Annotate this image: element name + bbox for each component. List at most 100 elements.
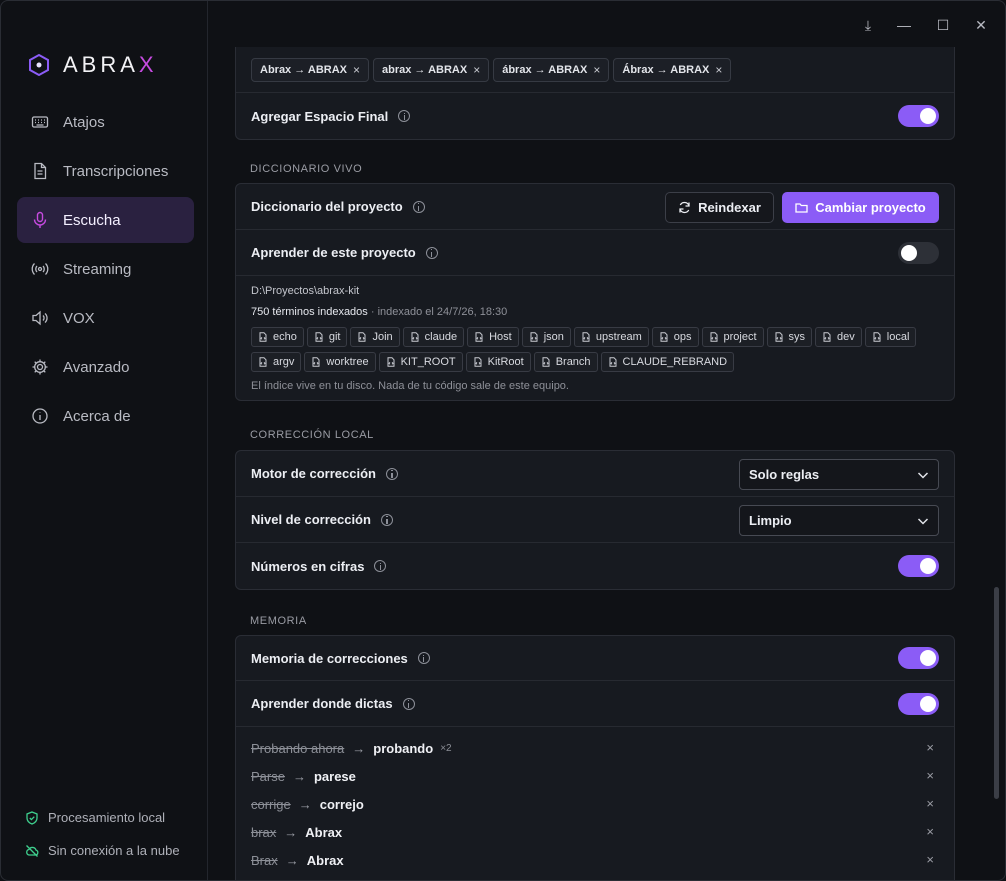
sidebar-item-transcripciones[interactable]: Transcripciones <box>17 148 194 194</box>
info-icon[interactable] <box>417 652 430 664</box>
correction-level-label: Nivel de corrección <box>251 512 371 527</box>
term-tag: KIT_ROOT <box>378 352 463 372</box>
minimize-button[interactable]: — <box>894 15 914 35</box>
arrow-icon: → <box>285 852 299 868</box>
section-title-correction: CORRECCIÓN LOCAL <box>250 429 374 441</box>
term-tag: local <box>864 327 917 347</box>
term-tag: KitRoot <box>465 352 531 372</box>
sidebar-item-label: Streaming <box>63 260 132 278</box>
memory-from: corrige <box>251 796 291 812</box>
file-code-icon <box>387 357 395 367</box>
reindex-button[interactable]: Reindexar <box>665 192 774 223</box>
correction-engine-select[interactable]: Solo reglas <box>739 459 939 490</box>
gear-icon <box>32 359 48 375</box>
file-code-icon <box>710 332 718 342</box>
file-code-icon <box>530 332 538 342</box>
memory-entry: Brax → Abrax × <box>236 846 954 874</box>
term-tag: dev <box>815 327 862 347</box>
correction-card: Motor de corrección Solo reglas Nivel de… <box>235 450 955 590</box>
maximize-button[interactable]: ☐ <box>933 15 953 35</box>
file-code-icon <box>259 357 267 367</box>
learn-project-label: Aprender de este proyecto <box>251 245 416 260</box>
app-window: ⤓ — ☐ ✕ ABRAX Atajos Transcripciones Esc… <box>0 0 1006 881</box>
learn-project-row: Aprender de este proyecto <box>236 230 954 276</box>
delete-memory-button[interactable]: × <box>926 740 934 755</box>
sidebar-item-atajos[interactable]: Atajos <box>17 99 194 145</box>
project-path: D:\Proyectos\abrax-kit <box>251 285 360 297</box>
sidebar-item-avanzado[interactable]: Avanzado <box>17 344 194 390</box>
final-space-toggle[interactable] <box>898 105 939 127</box>
local-processing-status: Procesamiento local <box>25 810 165 825</box>
memory-corrections-label: Memoria de correcciones <box>251 650 408 666</box>
sidebar-item-streaming[interactable]: Streaming <box>17 246 194 292</box>
delete-memory-button[interactable]: × <box>926 768 934 783</box>
info-icon[interactable] <box>412 200 425 213</box>
close-button[interactable]: ✕ <box>971 15 991 35</box>
learn-dictation-label: Aprender donde dictas <box>251 696 393 711</box>
change-project-button[interactable]: Cambiar proyecto <box>782 192 939 223</box>
cloud-off-icon <box>26 844 39 857</box>
file-code-icon <box>609 357 617 367</box>
project-index-details: D:\Proyectos\abrax-kit 750 términos inde… <box>236 276 954 400</box>
scrollbar[interactable] <box>994 587 999 799</box>
chevron-down-icon <box>917 518 929 525</box>
memory-from: Parse <box>251 768 285 784</box>
memory-entry: corrige → correjo × <box>236 790 954 818</box>
term-tag: Join <box>350 327 400 347</box>
memory-to: parese <box>313 768 356 784</box>
speaker-icon <box>32 310 48 326</box>
memory-corrections-row: Memoria de correcciones <box>236 636 954 681</box>
delete-memory-button[interactable]: × <box>926 796 934 811</box>
file-code-icon <box>823 332 831 342</box>
sidebar-item-acerca-de[interactable]: Acerca de <box>17 393 194 439</box>
file-code-icon <box>358 332 366 342</box>
privacy-note: El índice vive en tu disco. Nada de tu c… <box>251 380 569 392</box>
memory-entry: Probando ahora → probando ×2 × <box>236 734 954 762</box>
sidebar-item-label: Transcripciones <box>63 162 169 180</box>
memory-corrections-toggle[interactable] <box>898 647 939 669</box>
sidebar-item-label: VOX <box>63 309 95 327</box>
info-icon[interactable] <box>402 697 415 710</box>
final-space-row: Agregar Espacio Final <box>236 93 954 139</box>
remove-chip-button[interactable]: × <box>593 63 600 77</box>
document-icon <box>34 162 47 180</box>
correction-level-row: Nivel de corrección Limpio <box>236 497 954 543</box>
file-code-icon <box>775 332 783 342</box>
correction-engine-row: Motor de corrección Solo reglas <box>236 451 954 497</box>
term-tag: upstream <box>573 327 649 347</box>
numbers-toggle[interactable] <box>898 555 939 577</box>
term-tag: json <box>521 327 571 347</box>
info-icon[interactable] <box>398 110 411 122</box>
memory-entry: brax → Abrax × <box>236 818 954 846</box>
sidebar-item-escucha[interactable]: Escucha <box>17 197 194 243</box>
remove-chip-button[interactable]: × <box>353 63 360 77</box>
replacement-chip: ábrax → ABRAX × <box>493 58 610 82</box>
info-icon[interactable] <box>374 560 387 572</box>
learn-dictation-toggle[interactable] <box>898 693 939 715</box>
term-tag: project <box>701 327 764 347</box>
term-tag: echo <box>251 327 304 347</box>
file-code-icon <box>411 332 419 342</box>
settings-content: Abrax → ABRAX × abrax → ABRAX × ábrax → AB… <box>209 47 994 880</box>
file-code-icon <box>873 332 881 342</box>
info-icon[interactable] <box>385 467 398 480</box>
sidebar-item-vox[interactable]: VOX <box>17 295 194 341</box>
replacement-chip: abrax → ABRAX × <box>373 58 490 82</box>
section-title-memory: MEMORIA <box>250 615 307 627</box>
numbers-label: Números en cifras <box>251 558 365 574</box>
learn-project-toggle[interactable] <box>898 242 939 264</box>
delete-memory-button[interactable]: × <box>926 852 934 867</box>
memory-to: correjo <box>319 796 364 812</box>
remove-chip-button[interactable]: × <box>473 63 480 77</box>
info-icon[interactable] <box>380 513 393 526</box>
replacement-chips-row: Abrax → ABRAX × abrax → ABRAX × ábrax → AB… <box>236 47 954 93</box>
term-tag: CLAUDE_REBRAND <box>600 352 735 372</box>
term-tag: Host <box>467 327 519 347</box>
delete-memory-button[interactable]: × <box>926 824 934 839</box>
correction-level-select[interactable]: Limpio <box>739 505 939 536</box>
info-icon[interactable] <box>425 246 438 259</box>
chevron-down-icon <box>917 472 929 479</box>
remove-chip-button[interactable]: × <box>715 63 722 77</box>
indexed-date: · indexado el 24/7/26, 18:30 <box>367 306 508 318</box>
download-icon[interactable]: ⤓ <box>858 15 878 35</box>
